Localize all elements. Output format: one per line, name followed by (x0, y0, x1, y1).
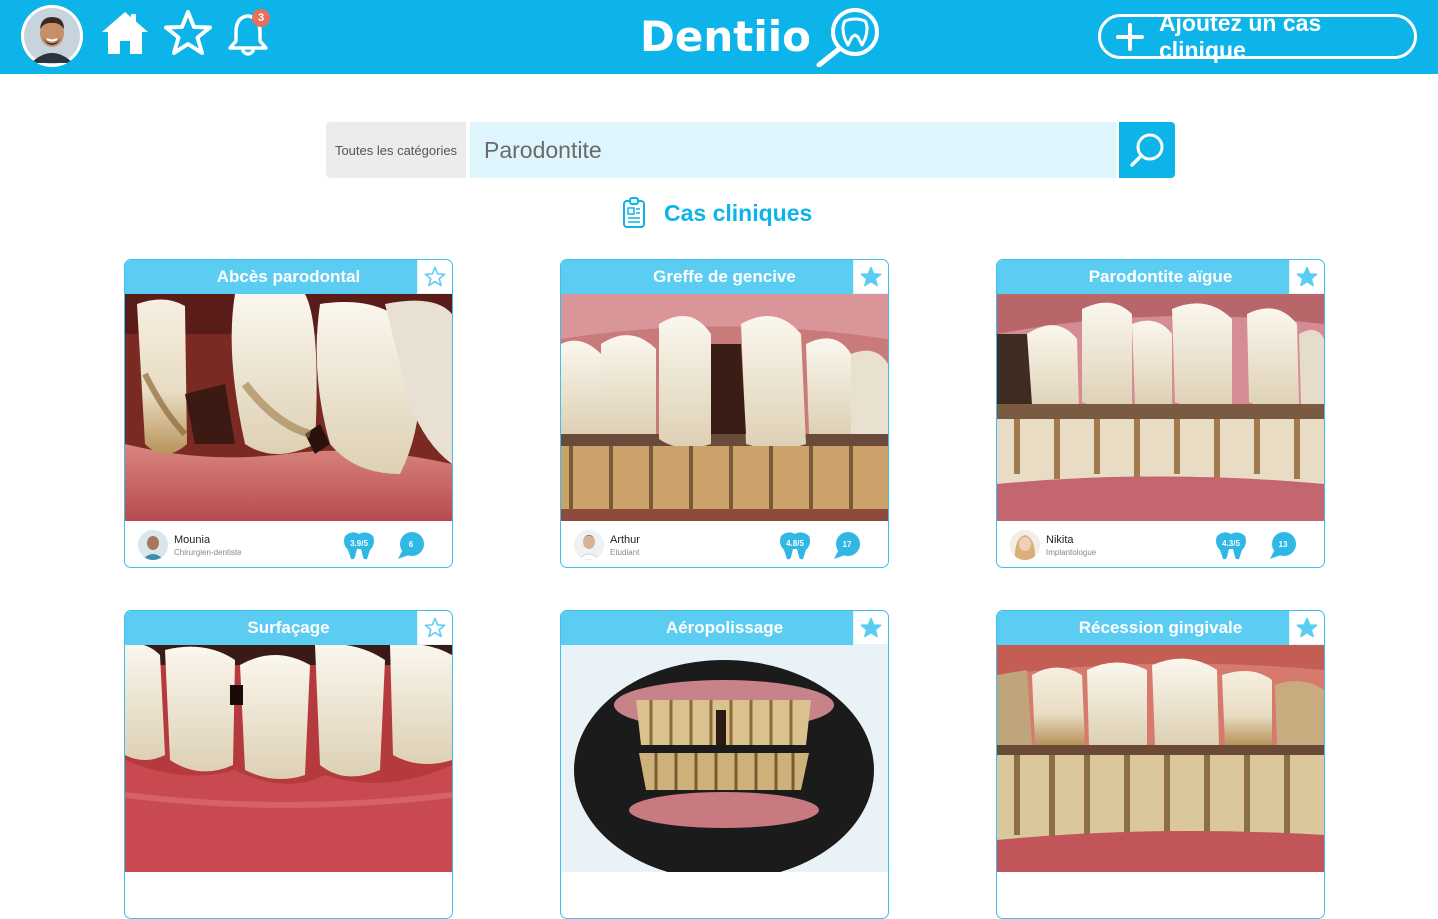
case-photo (125, 294, 452, 521)
rating-value: 3.9/5 (350, 539, 368, 548)
favorite-star-icon[interactable] (853, 260, 888, 294)
case-photo (561, 645, 888, 872)
case-photo (125, 645, 452, 872)
case-card[interactable]: Abcès parodontal Mounia Chirurgien-denti… (124, 259, 453, 568)
case-card-title: Parodontite aïgue (997, 260, 1324, 294)
star-icon[interactable] (163, 9, 213, 62)
author-avatar[interactable] (138, 530, 168, 560)
comments-count: 13 (1278, 540, 1288, 549)
rating-value: 4.3/5 (1222, 539, 1240, 548)
comments-badge[interactable]: 6 (397, 531, 427, 561)
author-name[interactable]: Mounia (174, 534, 210, 546)
favorite-star-icon[interactable] (853, 611, 888, 645)
case-card[interactable]: Surfaçage (124, 610, 453, 919)
case-card-title: Surfaçage (125, 611, 452, 645)
clipboard-icon (623, 197, 645, 228)
category-select[interactable]: Toutes les catégories (326, 122, 466, 178)
case-card[interactable]: Récession gingivale (996, 610, 1325, 919)
rating-badge: 4.3/5 (1214, 530, 1248, 560)
favorite-star-icon[interactable] (417, 260, 452, 294)
home-icon[interactable] (100, 8, 150, 63)
favorite-star-icon[interactable] (1289, 611, 1324, 645)
author-role: Etudiant (610, 548, 640, 557)
favorite-star-icon[interactable] (417, 611, 452, 645)
dentiio-logo[interactable]: Dentiio (640, 5, 883, 67)
case-card-title: Aéropolissage (561, 611, 888, 645)
tooth-magnifier-icon (816, 8, 879, 67)
top-bar: 3 Dentiio Ajoutez un cas clinique (0, 0, 1438, 74)
case-card-title: Abcès parodontal (125, 260, 452, 294)
rating-badge: 3.9/5 (342, 530, 376, 560)
search-bar: Toutes les catégories (326, 122, 1176, 178)
author-name[interactable]: Nikita (1046, 534, 1074, 546)
search-icon (1130, 133, 1164, 167)
plus-icon (1115, 22, 1144, 51)
comments-badge[interactable]: 13 (1269, 531, 1299, 561)
comments-count: 6 (408, 540, 414, 549)
case-card-footer: Mounia Chirurgien-dentiste 3.9/5 6 (125, 521, 452, 567)
search-input[interactable] (470, 122, 1116, 178)
rating-value: 4.8/5 (786, 539, 804, 548)
author-role: Chirurgien-dentiste (174, 548, 242, 557)
author-role: Implantologue (1046, 548, 1097, 557)
case-card-title: Récession gingivale (997, 611, 1324, 645)
author-avatar[interactable] (574, 530, 604, 560)
comments-count: 17 (842, 540, 852, 549)
logo-text: Dentiio (640, 11, 811, 61)
user-avatar[interactable] (21, 5, 83, 67)
search-button[interactable] (1119, 122, 1175, 178)
case-photo (561, 294, 888, 521)
comments-badge[interactable]: 17 (833, 531, 863, 561)
author-avatar[interactable] (1010, 530, 1040, 560)
favorite-star-icon[interactable] (1289, 260, 1324, 294)
case-photo (997, 294, 1324, 521)
add-case-button[interactable]: Ajoutez un cas clinique (1098, 10, 1417, 63)
case-card-footer: Nikita Implantologue 4.3/5 13 (997, 521, 1324, 567)
case-card-footer: Arthur Etudiant 4.8/5 17 (561, 521, 888, 567)
add-case-label: Ajoutez un cas clinique (1158, 9, 1322, 63)
author-name[interactable]: Arthur (610, 534, 640, 546)
category-select-label: Toutes les catégories (334, 142, 458, 158)
case-card-title: Greffe de gencive (561, 260, 888, 294)
section-title-text: Cas cliniques (664, 199, 813, 226)
rating-badge: 4.8/5 (778, 530, 812, 560)
section-title: Cas cliniques (622, 196, 812, 230)
case-card[interactable]: Greffe de gencive Arthur Etudiant 4.8/5 … (560, 259, 889, 568)
case-card[interactable]: Aéropolissage (560, 610, 889, 919)
case-card[interactable]: Parodontite aïgue Nikita Implantologue 4… (996, 259, 1325, 568)
notification-badge: 3 (252, 9, 270, 27)
case-photo (997, 645, 1324, 872)
